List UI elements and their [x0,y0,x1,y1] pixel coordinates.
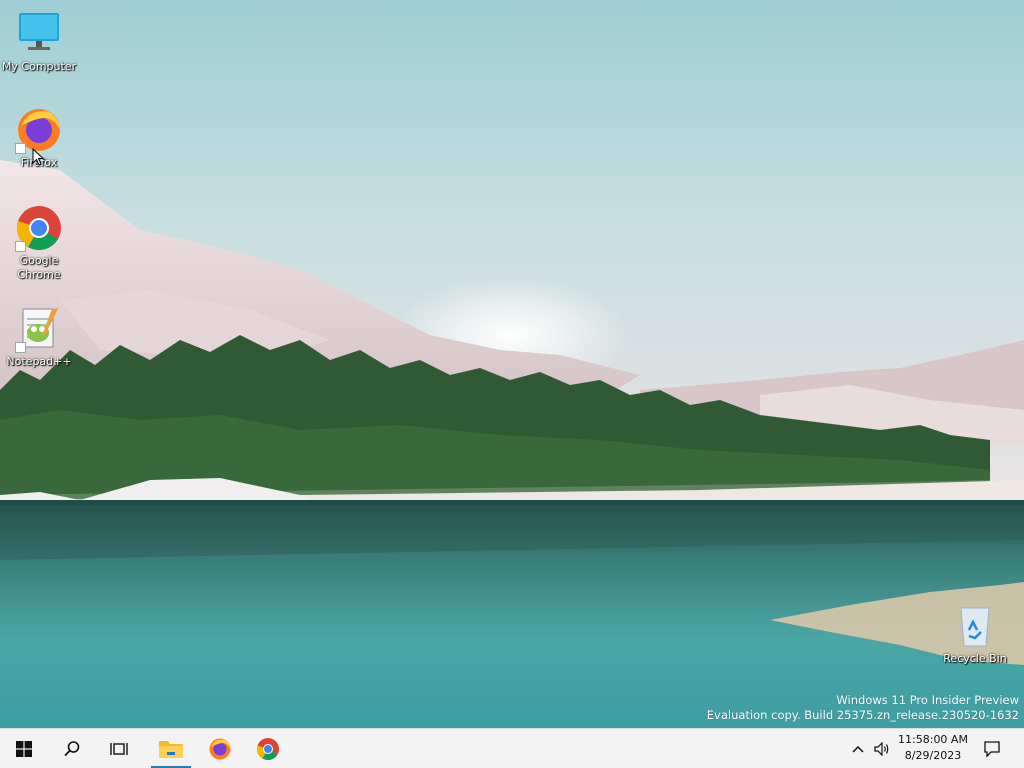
shortcut-arrow-icon [15,143,26,154]
firefox-icon [209,738,231,759]
notifications-button[interactable] [970,729,1014,768]
desktop-icon-notepad-plus-plus[interactable]: Notepad++ [1,305,77,369]
firefox-taskbar-button[interactable] [198,729,242,768]
task-view-icon [110,742,128,755]
desktop-icon-label: Google Chrome [17,254,61,281]
desktop-icon-recycle-bin[interactable]: Recycle Bin [937,602,1013,666]
show-hidden-icons-button[interactable] [846,729,870,768]
desktop-icon-label: My Computer [1,60,77,73]
mouse-cursor-icon [32,148,44,166]
volume-button[interactable] [870,729,894,768]
search-icon [64,740,80,756]
search-button[interactable] [50,729,94,768]
watermark-line-1: Windows 11 Pro Insider Preview [836,693,1019,707]
notepad-plus-plus-icon [15,305,63,353]
watermark-line-2: Evaluation copy. Build 25375.zn_release.… [706,708,1019,722]
clock-time: 11:58:00 AM [898,733,968,746]
task-view-button[interactable] [97,729,141,768]
taskbar: 11:58:00 AM 8/29/2023 [0,728,1024,768]
monitor-icon [15,10,63,58]
desktop-icon-my-computer[interactable]: My Computer [1,10,77,74]
desktop-icon-label: Recycle Bin [943,652,1007,665]
desktop: My Computer Firefox Google Chrome [0,0,1024,728]
chrome-icon [256,737,279,760]
watermark: Windows 11 Pro Insider Preview Evaluatio… [707,693,1019,723]
chevron-up-icon [852,745,864,753]
desktop-icon-google-chrome[interactable]: Google Chrome [1,204,77,282]
clock[interactable]: 11:58:00 AM 8/29/2023 [892,732,974,764]
wallpaper [0,0,1024,728]
folder-icon [159,740,183,758]
chrome-taskbar-button[interactable] [246,729,290,768]
desktop-icon-label: Notepad++ [6,355,72,368]
shortcut-arrow-icon [15,241,26,252]
clock-date: 8/29/2023 [904,749,962,762]
start-button[interactable] [2,729,46,768]
chrome-icon [15,204,63,252]
firefox-icon [15,106,63,154]
speaker-icon [874,741,889,756]
shortcut-arrow-icon [15,342,26,353]
recycle-bin-icon [951,602,999,650]
notification-icon [984,740,1000,758]
windows-logo-icon [16,740,32,757]
file-explorer-button[interactable] [149,729,193,768]
